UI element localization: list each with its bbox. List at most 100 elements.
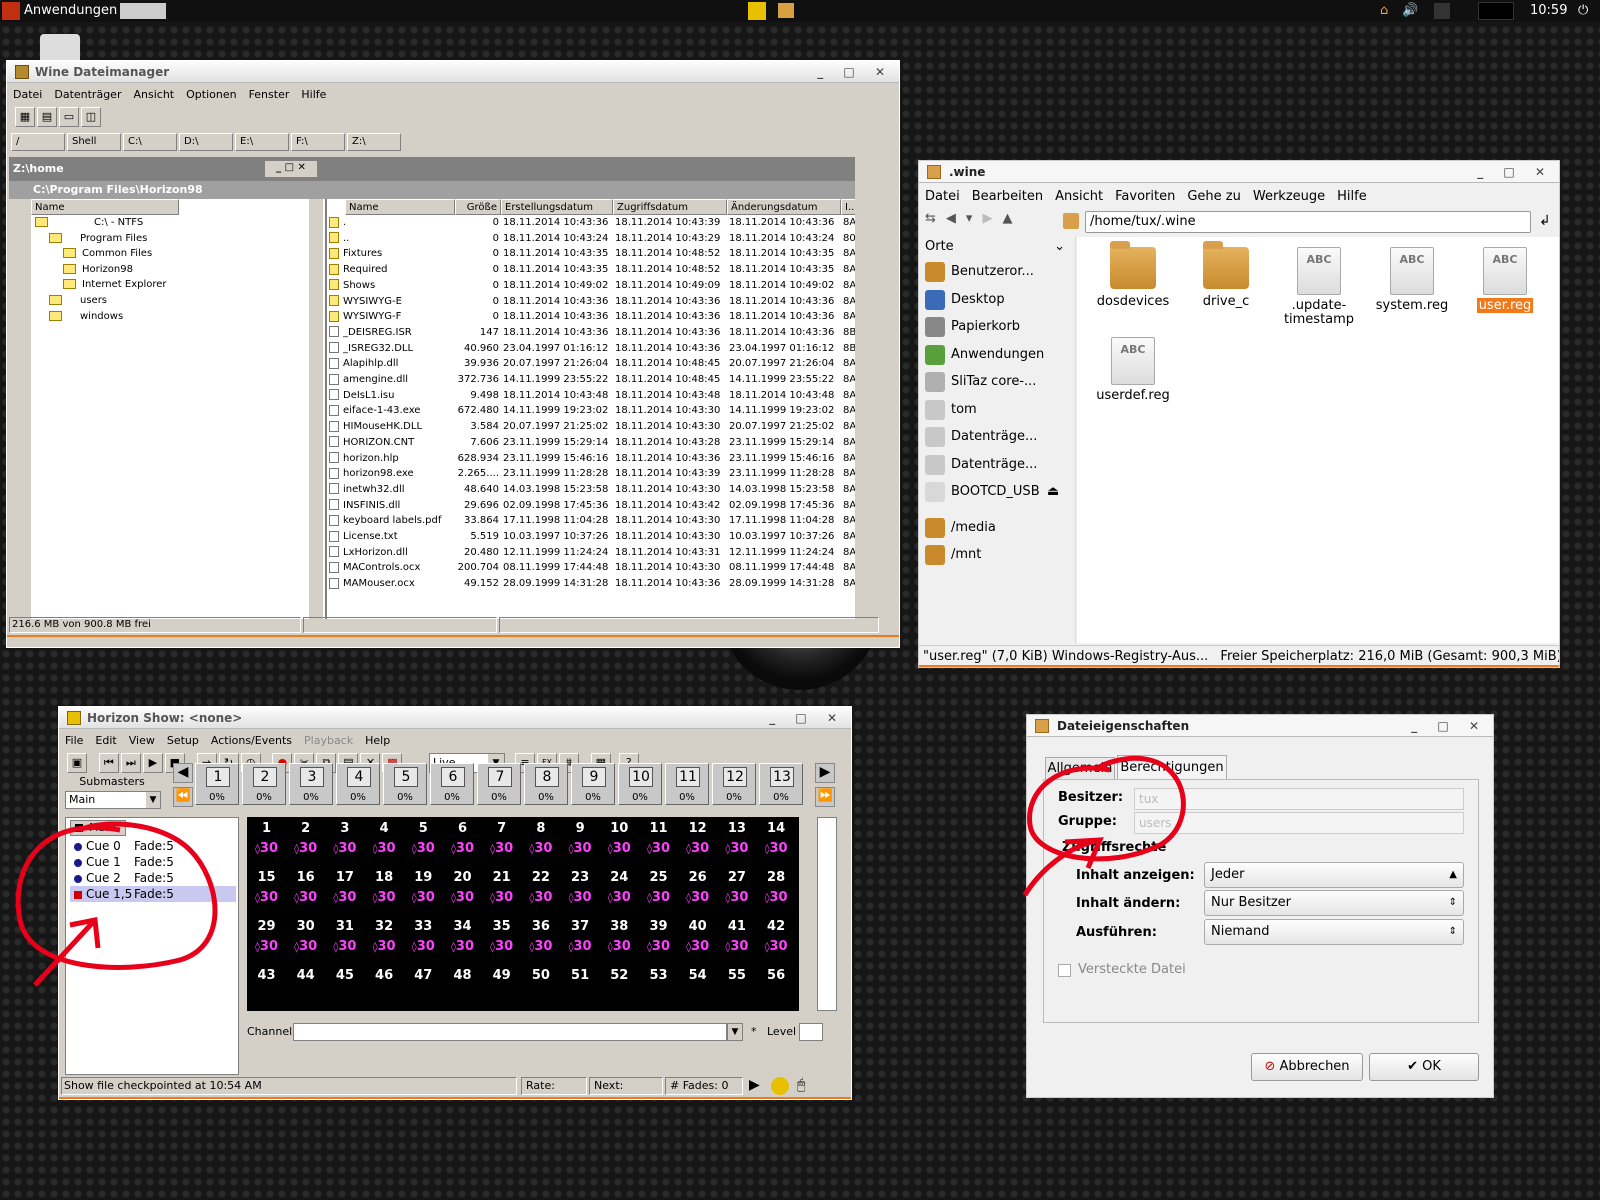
channel-number[interactable]: 42 bbox=[757, 919, 796, 934]
channel-number[interactable]: 14 bbox=[757, 821, 796, 836]
channel-number[interactable]: 45 bbox=[325, 968, 364, 983]
channel-number[interactable]: 17 bbox=[325, 870, 364, 885]
drive-d[interactable]: D:\ bbox=[179, 133, 233, 151]
channel-number[interactable]: 18 bbox=[365, 870, 404, 885]
channel-number[interactable]: 30 bbox=[286, 919, 325, 934]
channel-value[interactable]: ◊30 bbox=[639, 890, 678, 905]
folder-item[interactable]: drive_c bbox=[1180, 241, 1272, 309]
table-row[interactable]: . 0 18.11.2014 10:43:36 18.11.2014 10:43:39… bbox=[327, 215, 855, 231]
file-scrollbar[interactable] bbox=[855, 157, 869, 619]
table-row[interactable]: INSFINIS.dll 29.696 02.09.1998 17:45:36 18.… bbox=[327, 498, 855, 514]
save-icon[interactable]: ▣ bbox=[67, 753, 87, 773]
split-vertical-icon[interactable]: ◫ bbox=[81, 107, 101, 127]
menu-playback[interactable]: Playback bbox=[304, 734, 353, 747]
toggle-view-icon[interactable]: ⇆ bbox=[925, 211, 946, 226]
tree-item[interactable]: C:\ - NTFS bbox=[35, 215, 315, 231]
channel-number[interactable]: 9 bbox=[561, 821, 600, 836]
channel-value[interactable]: ◊30 bbox=[561, 890, 600, 905]
place-item[interactable]: BOOTCD_USB ⏏ bbox=[923, 479, 1063, 505]
place-item[interactable]: SliTaz core-... bbox=[923, 369, 1063, 395]
forward-icon[interactable]: ▶ bbox=[982, 211, 1002, 226]
channel-value[interactable]: ◊30 bbox=[247, 841, 286, 856]
chevron-down-icon[interactable]: ▼ bbox=[727, 1023, 743, 1041]
channel-value[interactable]: ◊30 bbox=[561, 939, 600, 954]
channel-number[interactable]: 43 bbox=[247, 968, 286, 983]
tree-item[interactable]: Common Files bbox=[35, 246, 315, 262]
channel-value[interactable]: ◊30 bbox=[717, 939, 756, 954]
workspace-switcher[interactable] bbox=[120, 3, 166, 19]
channel-value[interactable]: ◊30 bbox=[247, 890, 286, 905]
table-row[interactable]: keyboard labels.pdf 33.864 17.11.1998 11:0… bbox=[327, 513, 855, 529]
file-item[interactable]: ABC user.reg bbox=[1459, 247, 1551, 313]
channel-number[interactable]: 3 bbox=[325, 821, 364, 836]
channel-value[interactable]: ◊30 bbox=[561, 841, 600, 856]
channel-number[interactable]: 15 bbox=[247, 870, 286, 885]
view-content-select[interactable]: Jeder ▲ bbox=[1204, 862, 1464, 888]
channel-number[interactable]: 55 bbox=[717, 968, 756, 983]
channel-number[interactable]: 34 bbox=[443, 919, 482, 934]
ok-button[interactable]: ✔ OK bbox=[1369, 1053, 1479, 1081]
menu-favoriten[interactable]: Favoriten bbox=[1115, 189, 1175, 204]
submaster-fader[interactable]: 2 0% bbox=[242, 763, 286, 805]
submaster-fader[interactable]: 11 0% bbox=[665, 763, 709, 805]
channel-number[interactable]: 5 bbox=[404, 821, 443, 836]
channel-value[interactable]: ◊30 bbox=[521, 841, 560, 856]
channel-value[interactable]: ◊30 bbox=[757, 939, 796, 954]
places-header[interactable]: Orte ⌄ bbox=[923, 237, 1069, 257]
split-horizontal-icon[interactable]: ▭ bbox=[59, 107, 79, 127]
menu-hilfe[interactable]: Hilfe bbox=[301, 88, 326, 101]
tree-item[interactable]: users bbox=[35, 293, 315, 309]
network-icon[interactable] bbox=[1434, 3, 1450, 19]
prev-page-icon[interactable]: ◀ bbox=[173, 763, 193, 783]
table-row[interactable]: HORIZON.CNT 7.606 23.11.1999 15:29:14 18.11… bbox=[327, 435, 855, 451]
go-icon[interactable]: ↲ bbox=[1539, 213, 1551, 229]
channel-number[interactable]: 11 bbox=[639, 821, 678, 836]
submaster-fader[interactable]: 13 0% bbox=[759, 763, 803, 805]
channel-number[interactable]: 25 bbox=[639, 870, 678, 885]
skip-back-icon[interactable]: ⏮ bbox=[98, 753, 119, 773]
pane-divider[interactable] bbox=[1075, 237, 1076, 643]
cue-item[interactable]: Cue 0 Fade:5 bbox=[70, 838, 236, 854]
drive-f[interactable]: F:\ bbox=[291, 133, 345, 151]
drive-root[interactable]: / bbox=[11, 133, 65, 151]
place-item[interactable]: Datenträge... bbox=[923, 424, 1063, 450]
channel-value[interactable]: ◊30 bbox=[639, 841, 678, 856]
channel-number[interactable]: 7 bbox=[482, 821, 521, 836]
channel-value[interactable]: ◊30 bbox=[639, 939, 678, 954]
menu-setup[interactable]: Setup bbox=[167, 734, 199, 747]
channel-number[interactable]: 22 bbox=[521, 870, 560, 885]
table-row[interactable]: Required 0 18.11.2014 10:43:35 18.11.2014 1… bbox=[327, 262, 855, 278]
channel-value[interactable]: ◊30 bbox=[678, 841, 717, 856]
next-page-icon[interactable]: ▶ bbox=[815, 763, 835, 783]
submaster-fader[interactable]: 7 0% bbox=[477, 763, 521, 805]
channel-number[interactable]: 12 bbox=[678, 821, 717, 836]
drive-z[interactable]: Z:\ bbox=[347, 133, 401, 151]
menu-hilfe[interactable]: Hilfe bbox=[1337, 189, 1367, 204]
tree-item[interactable]: Internet Explorer bbox=[35, 277, 315, 293]
menu-view[interactable]: View bbox=[129, 734, 155, 747]
channel-value[interactable]: ◊30 bbox=[404, 841, 443, 856]
place-item[interactable]: /mnt bbox=[923, 542, 1063, 568]
table-row[interactable]: WYSIWYG-F 0 18.11.2014 10:43:36 18.11.2014 … bbox=[327, 309, 855, 325]
channel-number[interactable]: 20 bbox=[443, 870, 482, 885]
channel-value[interactable]: ◊30 bbox=[365, 890, 404, 905]
channel-number[interactable]: 24 bbox=[600, 870, 639, 885]
channel-number[interactable]: 16 bbox=[286, 870, 325, 885]
channel-value[interactable]: ◊30 bbox=[365, 841, 404, 856]
execute-select[interactable]: Niemand ⇕ bbox=[1204, 919, 1464, 945]
cue-item[interactable]: Cue 1 Fade:5 bbox=[70, 854, 236, 870]
channel-value[interactable]: ◊30 bbox=[678, 890, 717, 905]
table-row[interactable]: _DEISREG.ISR 147 18.11.2014 10:43:36 18.11.… bbox=[327, 325, 855, 341]
table-row[interactable]: horizon.hlp 628.934 23.11.1999 15:46:16 18.… bbox=[327, 451, 855, 467]
submaster-fader[interactable]: 10 0% bbox=[618, 763, 662, 805]
channel-number[interactable]: 32 bbox=[365, 919, 404, 934]
table-row[interactable]: LxHorizon.dll 20.480 12.11.1999 11:24:24 18… bbox=[327, 545, 855, 561]
channel-number[interactable]: 40 bbox=[678, 919, 717, 934]
channel-number[interactable]: 38 bbox=[600, 919, 639, 934]
skip-forward-icon[interactable]: ⏭ bbox=[120, 753, 141, 773]
channel-value[interactable]: ◊30 bbox=[286, 939, 325, 954]
channel-number[interactable]: 33 bbox=[404, 919, 443, 934]
channel-number[interactable]: 6 bbox=[443, 821, 482, 836]
channel-number[interactable]: 46 bbox=[365, 968, 404, 983]
channel-number[interactable]: 51 bbox=[561, 968, 600, 983]
